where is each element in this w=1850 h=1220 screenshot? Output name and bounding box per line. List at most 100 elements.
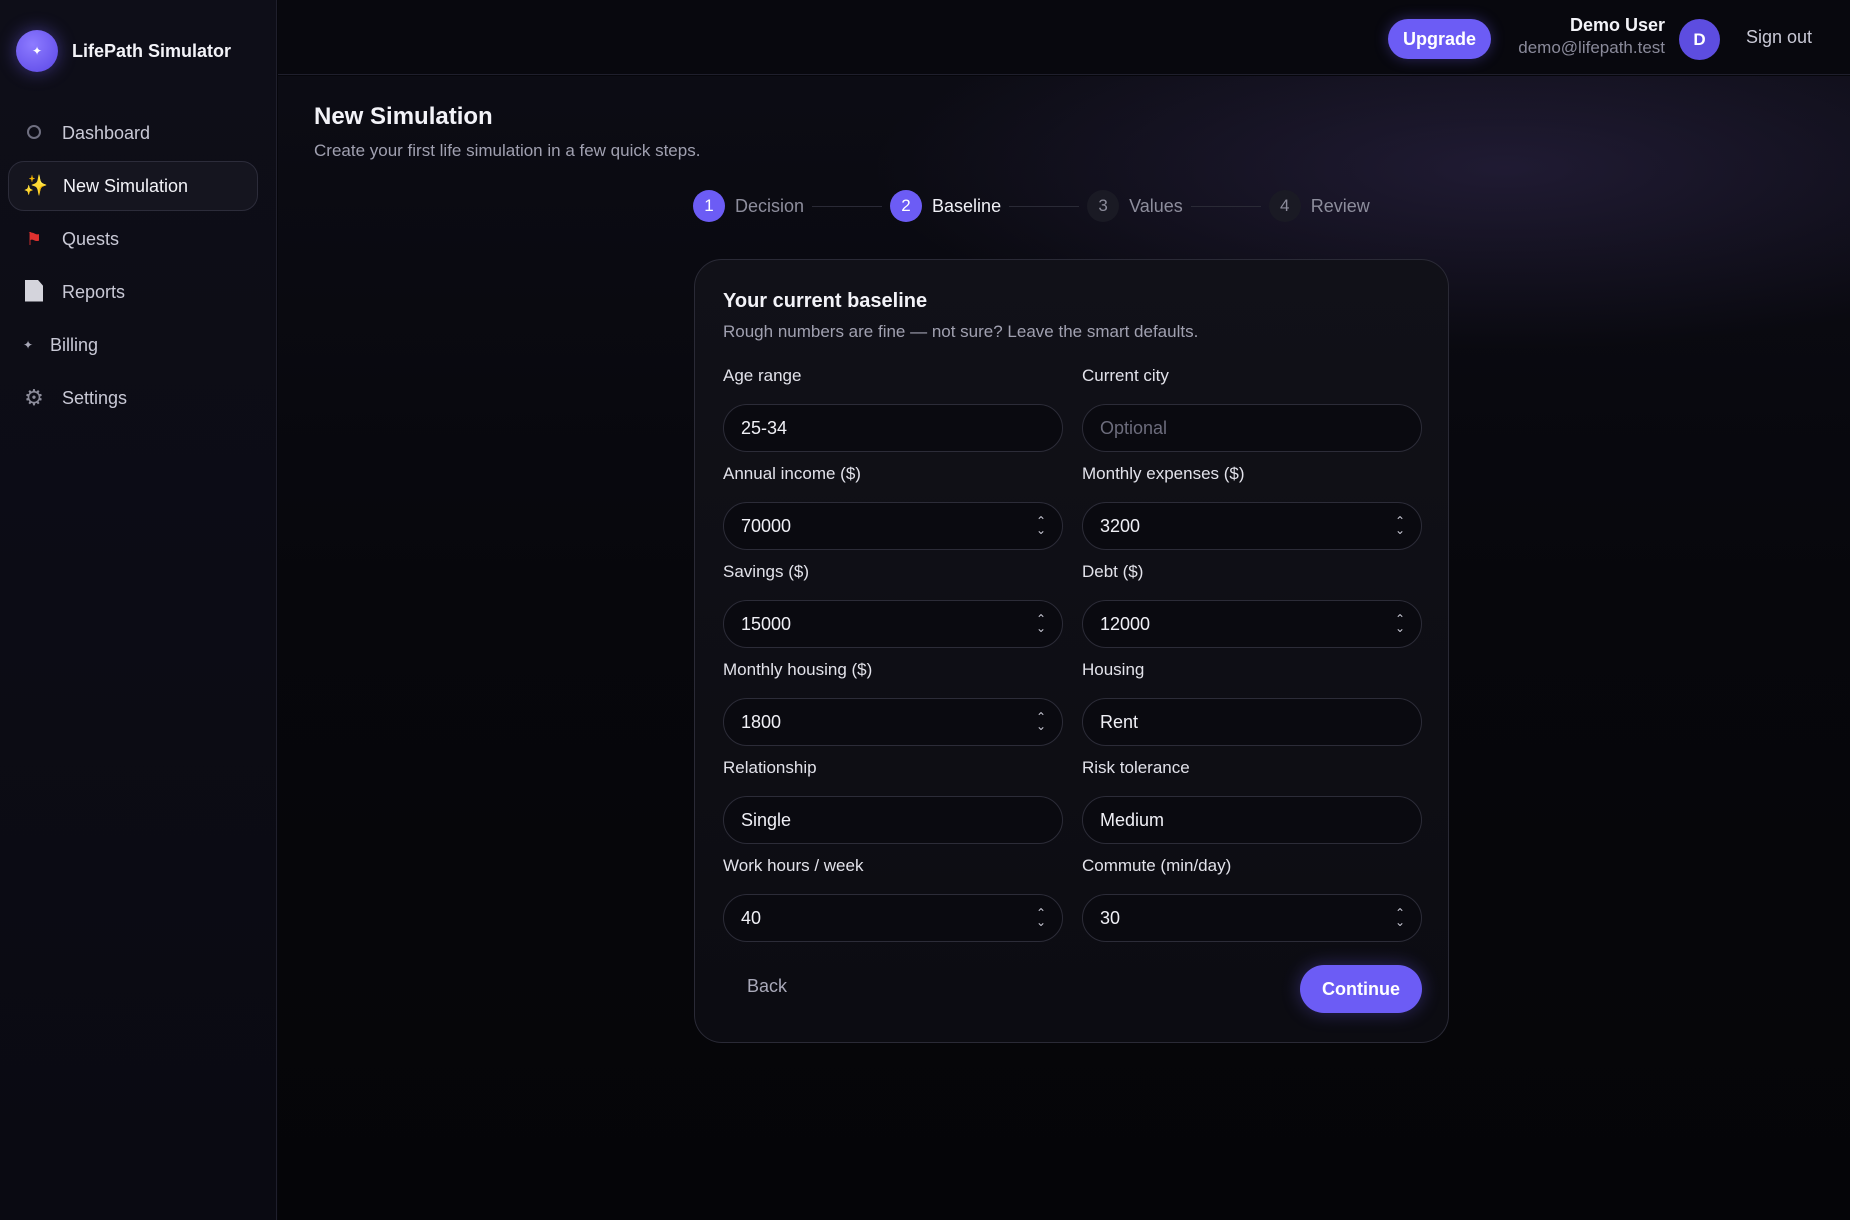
relationship-select[interactable]: Single (723, 796, 1063, 844)
page-subtitle: Create your first life simulation in a f… (314, 141, 701, 160)
sidebar-item-quests[interactable]: ⚑ Quests (8, 214, 258, 264)
work-hours-label: Work hours / week (723, 856, 864, 875)
form-title: Your current baseline (723, 290, 928, 312)
sparkles-icon: ✨ (23, 175, 48, 197)
step-label: Baseline (932, 195, 1002, 216)
step-decision[interactable]: 1 Decision (693, 190, 804, 222)
brand[interactable]: ✦ LifePath Simulator (16, 30, 231, 72)
step-divider (1009, 205, 1080, 207)
monthly-housing-label: Monthly housing ($) (723, 660, 873, 679)
step-number: 3 (1087, 190, 1120, 222)
page-title: New Simulation (314, 103, 493, 130)
monthly-expenses-value: 3200 (1100, 515, 1141, 536)
avatar[interactable]: D (1679, 19, 1720, 60)
sidebar-item-label: Quests (62, 228, 120, 249)
housing-value: Rent (1100, 711, 1139, 732)
commute-label: Commute (min/day) (1082, 856, 1232, 875)
upgrade-button[interactable]: Upgrade (1388, 19, 1491, 59)
current-city-field: Current city Optional (1082, 366, 1422, 452)
dashboard-icon (22, 124, 46, 142)
savings-field: Savings ($) 15000 ⌃ ⌄ (723, 562, 1063, 648)
relationship-value: Single (741, 809, 792, 830)
stepper-arrows-icon[interactable]: ⌃ ⌄ (1395, 613, 1405, 634)
stepper-arrows-icon[interactable]: ⌃ ⌄ (1036, 613, 1046, 634)
stepper: 1 Decision 2 Baseline 3 Values 4 Review (693, 190, 1370, 222)
flag-icon: ⚑ (25, 229, 43, 249)
sidebar-item-label: Reports (62, 281, 126, 302)
sidebar-item-reports[interactable]: Reports (8, 267, 258, 317)
user-name: Demo User (1569, 15, 1665, 35)
back-button[interactable]: Back (723, 966, 811, 1006)
sidebar-item-label: Billing (50, 334, 99, 355)
commute-input[interactable]: 30 ⌃ ⌄ (1082, 894, 1422, 942)
housing-select[interactable]: Rent (1082, 698, 1422, 746)
user-email: demo@lifepath.test (1518, 38, 1665, 57)
monthly-expenses-input[interactable]: 3200 ⌃ ⌄ (1082, 502, 1422, 550)
debt-input[interactable]: 12000 ⌃ ⌄ (1082, 600, 1422, 648)
sidebar-item-billing[interactable]: ✦ Billing (8, 320, 258, 370)
sidebar-item-dashboard[interactable]: Dashboard (8, 108, 258, 158)
savings-input[interactable]: 15000 ⌃ ⌄ (723, 600, 1063, 648)
work-hours-input[interactable]: 40 ⌃ ⌄ (723, 894, 1063, 942)
monthly-housing-value: 1800 (741, 711, 782, 732)
step-label: Decision (735, 195, 805, 216)
risk-tolerance-label: Risk tolerance (1082, 758, 1190, 777)
monthly-expenses-field: Monthly expenses ($) 3200 ⌃ ⌄ (1082, 464, 1422, 550)
step-values[interactable]: 3 Values (1087, 190, 1183, 222)
work-hours-value: 40 (741, 907, 762, 928)
sidebar: ✦ LifePath Simulator Dashboard ✨ New Sim… (0, 0, 277, 1220)
sidebar-item-label: Settings (62, 387, 128, 408)
billing-icon: ✦ (22, 338, 34, 352)
sidebar-item-settings[interactable]: ⚙ Settings (8, 373, 258, 423)
continue-button[interactable]: Continue (1300, 965, 1422, 1013)
sparkle-icon: ✦ (16, 30, 58, 72)
annual-income-field: Annual income ($) 70000 ⌃ ⌄ (723, 464, 1063, 550)
baseline-form-card: Your current baseline Rough numbers are … (694, 259, 1449, 1043)
step-divider (1190, 205, 1261, 207)
risk-tolerance-field: Risk tolerance Medium (1082, 758, 1422, 844)
sidebar-nav: Dashboard ✨ New Simulation ⚑ Quests Repo… (8, 108, 258, 426)
risk-tolerance-select[interactable]: Medium (1082, 796, 1422, 844)
stepper-arrows-icon[interactable]: ⌃ ⌄ (1395, 515, 1405, 536)
step-divider (812, 205, 883, 207)
monthly-housing-input[interactable]: 1800 ⌃ ⌄ (723, 698, 1063, 746)
risk-tolerance-value: Medium (1100, 809, 1165, 830)
housing-label: Housing (1082, 660, 1145, 679)
app-name: LifePath Simulator (72, 40, 232, 61)
relationship-label: Relationship (723, 758, 817, 777)
gear-icon: ⚙ (24, 385, 44, 410)
sign-out-button[interactable]: Sign out (1746, 27, 1812, 48)
savings-label: Savings ($) (723, 562, 809, 581)
age-range-value: 25-34 (741, 417, 788, 438)
stepper-arrows-icon[interactable]: ⌃ ⌄ (1036, 907, 1046, 928)
stepper-arrows-icon[interactable]: ⌃ ⌄ (1036, 515, 1046, 536)
age-range-input[interactable]: 25-34 (723, 404, 1063, 452)
sidebar-item-label: New Simulation (63, 175, 189, 196)
debt-field: Debt ($) 12000 ⌃ ⌄ (1082, 562, 1422, 648)
sidebar-item-new-simulation[interactable]: ✨ New Simulation (8, 161, 258, 211)
form-subtitle: Rough numbers are fine — not sure? Leave… (723, 322, 1199, 341)
relationship-field: Relationship Single (723, 758, 1063, 844)
housing-field: Housing Rent (1082, 660, 1422, 746)
commute-field: Commute (min/day) 30 ⌃ ⌄ (1082, 856, 1422, 942)
current-city-label: Current city (1082, 366, 1169, 385)
annual-income-value: 70000 (741, 515, 792, 536)
age-range-label: Age range (723, 366, 802, 385)
stepper-arrows-icon[interactable]: ⌃ ⌄ (1036, 711, 1046, 732)
stepper-arrows-icon[interactable]: ⌃ ⌄ (1395, 907, 1405, 928)
sidebar-item-label: Dashboard (62, 122, 151, 143)
age-range-field: Age range 25-34 (723, 366, 1063, 452)
step-number: 1 (693, 190, 725, 222)
monthly-expenses-label: Monthly expenses ($) (1082, 464, 1245, 483)
debt-value: 12000 (1100, 613, 1151, 634)
step-review[interactable]: 4 Review (1268, 190, 1370, 222)
document-icon (22, 279, 46, 305)
savings-value: 15000 (741, 613, 792, 634)
step-baseline[interactable]: 2 Baseline (890, 190, 1001, 222)
step-number: 4 (1268, 190, 1301, 222)
current-city-input[interactable]: Optional (1082, 404, 1422, 452)
current-city-placeholder: Optional (1100, 417, 1168, 438)
step-label: Values (1129, 195, 1183, 216)
commute-value: 30 (1100, 907, 1121, 928)
annual-income-input[interactable]: 70000 ⌃ ⌄ (723, 502, 1063, 550)
